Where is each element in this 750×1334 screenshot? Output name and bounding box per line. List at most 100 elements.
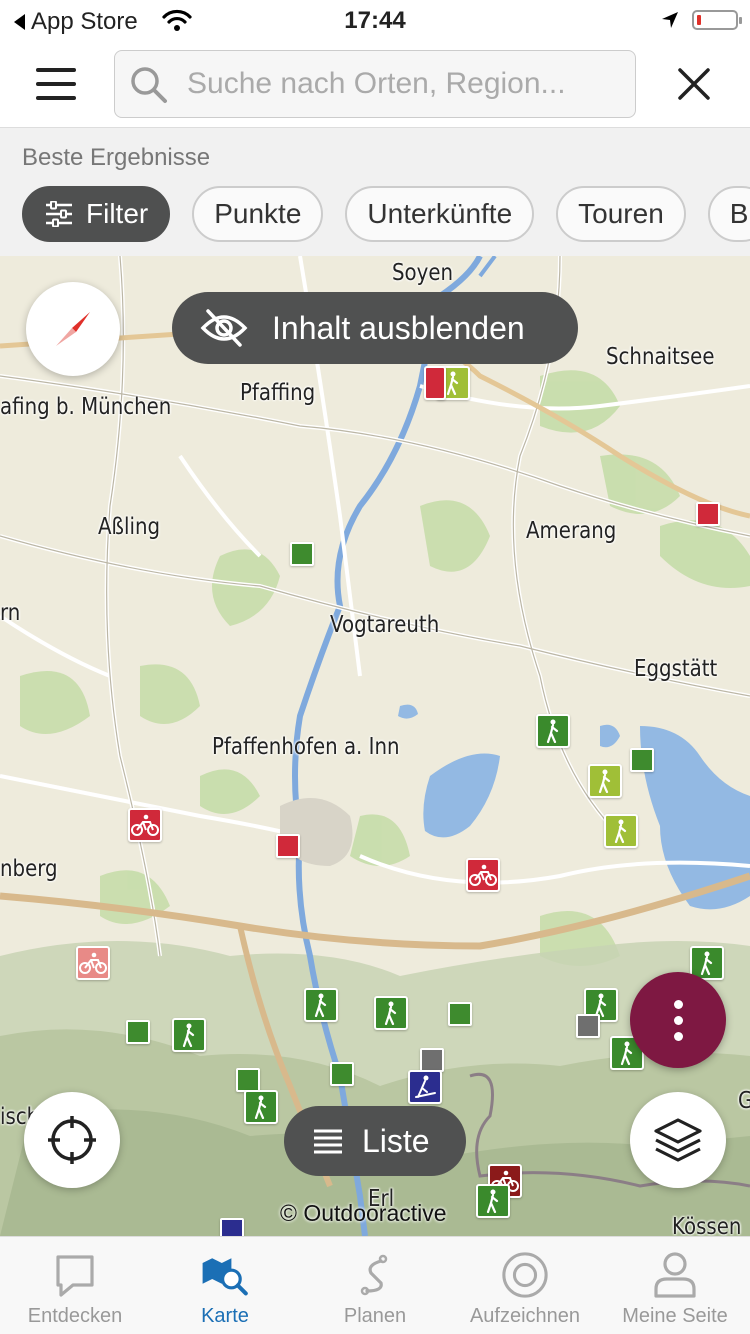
bicycle-icon xyxy=(469,864,497,886)
location-arrow-icon xyxy=(662,12,678,28)
poi-marker[interactable] xyxy=(276,834,300,858)
cycling-marker[interactable] xyxy=(466,858,500,892)
compass-button[interactable] xyxy=(26,282,120,376)
hiker-icon xyxy=(182,1023,195,1047)
tab-label: Entdecken xyxy=(27,1305,123,1327)
chip-label: B xyxy=(729,198,749,229)
place-label: Eggstätt xyxy=(634,656,718,682)
hiking-marker[interactable] xyxy=(172,1018,206,1052)
tab-aufzeichnen[interactable]: Aufzeichnen xyxy=(450,1237,600,1334)
hiking-marker[interactable] xyxy=(476,1184,510,1218)
hide-content-label: Inhalt ausblenden xyxy=(272,309,525,346)
more-options-button[interactable] xyxy=(630,972,726,1068)
bicycle-icon xyxy=(79,952,107,974)
place-label: Vogtareuth xyxy=(330,612,440,638)
crosshair-icon xyxy=(48,1116,96,1164)
chip-unterkuenfte[interactable]: Unterkünfte xyxy=(345,186,535,242)
hiker-icon xyxy=(546,719,559,743)
hiker-icon xyxy=(700,951,713,975)
chip-label: Touren xyxy=(578,198,664,229)
poi-marker[interactable] xyxy=(696,502,720,526)
hiking-marker[interactable] xyxy=(374,996,408,1030)
place-label: nberg xyxy=(0,856,58,882)
map-copyright: © Outdooractive xyxy=(280,1200,447,1226)
tab-label: Karte xyxy=(201,1305,249,1327)
tab-karte[interactable]: Karte xyxy=(150,1237,300,1334)
list-label: Liste xyxy=(362,1122,430,1159)
map-search-icon xyxy=(202,1258,248,1296)
place-label: Aßling xyxy=(98,514,161,540)
hiking-marker[interactable] xyxy=(604,814,638,848)
hiker-icon xyxy=(598,769,611,793)
tab-label: Planen xyxy=(343,1305,407,1327)
tab-entdecken[interactable]: Entdecken xyxy=(0,1237,150,1334)
hide-content-button[interactable]: Inhalt ausblenden xyxy=(172,292,578,364)
tab-label: Meine Seite xyxy=(622,1305,728,1327)
poi-marker[interactable] xyxy=(126,1020,150,1044)
poi-marker[interactable] xyxy=(220,1218,244,1236)
menu-button[interactable] xyxy=(30,62,82,106)
close-icon[interactable] xyxy=(670,60,718,108)
map-layers-button[interactable] xyxy=(630,1092,726,1188)
poi-marker[interactable] xyxy=(420,1048,444,1072)
place-label: rn xyxy=(0,600,21,626)
results-heading: Beste Ergebnisse xyxy=(22,144,211,171)
status-bar: App Store 17:44 xyxy=(0,0,750,40)
search-box[interactable] xyxy=(114,50,636,118)
hiker-icon xyxy=(620,1041,633,1065)
cycling-marker[interactable] xyxy=(128,808,162,842)
battery-low-icon xyxy=(692,10,742,30)
place-label: Amerang xyxy=(526,518,617,544)
record-icon xyxy=(502,1252,548,1298)
poi-marker[interactable] xyxy=(448,1002,472,1026)
chip-more[interactable]: B xyxy=(707,186,750,242)
cycling-marker[interactable] xyxy=(424,366,446,400)
layers-icon xyxy=(654,1118,702,1162)
list-icon xyxy=(314,1129,342,1154)
hiking-marker[interactable] xyxy=(536,714,570,748)
compass-icon xyxy=(56,312,90,346)
place-label: afing b. München xyxy=(0,394,172,420)
hiker-icon xyxy=(384,1001,397,1025)
tab-meine-seite[interactable]: Meine Seite xyxy=(600,1237,750,1334)
hiking-marker[interactable] xyxy=(304,988,338,1022)
map-view[interactable]: Soyen Schnaitsee Pfaffing afing b. Münch… xyxy=(0,256,750,1236)
hiking-marker[interactable] xyxy=(588,764,622,798)
filter-bar: Beste Ergebnisse Filter Punkte Unterkünf… xyxy=(0,128,750,256)
hiker-icon xyxy=(254,1095,267,1119)
locate-me-button[interactable] xyxy=(24,1092,120,1188)
poi-marker[interactable] xyxy=(236,1068,260,1092)
chip-label: Punkte xyxy=(214,198,302,229)
hiker-icon xyxy=(314,993,327,1017)
poi-marker[interactable] xyxy=(290,542,314,566)
hiker-icon xyxy=(486,1189,499,1213)
place-label: Kössen xyxy=(672,1214,742,1236)
cycling-marker[interactable] xyxy=(76,946,110,980)
place-label: Pfaffenhofen a. Inn xyxy=(212,734,400,760)
place-label: Pfaffing xyxy=(240,380,316,406)
place-label: Schnaitsee xyxy=(606,344,715,370)
tab-planen[interactable]: Planen xyxy=(300,1237,450,1334)
chip-touren[interactable]: Touren xyxy=(556,186,686,242)
list-button[interactable]: Liste xyxy=(284,1106,466,1176)
sliders-icon xyxy=(46,201,72,227)
hiker-icon xyxy=(614,819,627,843)
search-icon xyxy=(131,67,167,103)
hiking-marker[interactable] xyxy=(244,1090,278,1124)
chip-punkte[interactable]: Punkte xyxy=(192,186,324,242)
poi-marker[interactable] xyxy=(630,748,654,772)
search-input[interactable] xyxy=(187,51,627,117)
poi-marker[interactable] xyxy=(576,1014,600,1038)
bicycle-icon xyxy=(131,814,159,836)
filter-chip[interactable]: Filter xyxy=(22,186,171,242)
poi-marker[interactable] xyxy=(330,1062,354,1086)
status-time: 17:44 xyxy=(344,7,406,34)
place-label: G xyxy=(738,1088,750,1114)
profile-icon xyxy=(654,1252,696,1298)
tab-bar: Entdecken Karte Planen Aufzeichnen Meine… xyxy=(0,1236,750,1334)
place-label: Soyen xyxy=(392,260,454,286)
category-chips: Filter Punkte Unterkünfte Touren B xyxy=(22,186,750,242)
route-icon xyxy=(360,1254,388,1296)
winter-marker[interactable] xyxy=(408,1070,442,1104)
eye-off-icon xyxy=(200,309,248,347)
